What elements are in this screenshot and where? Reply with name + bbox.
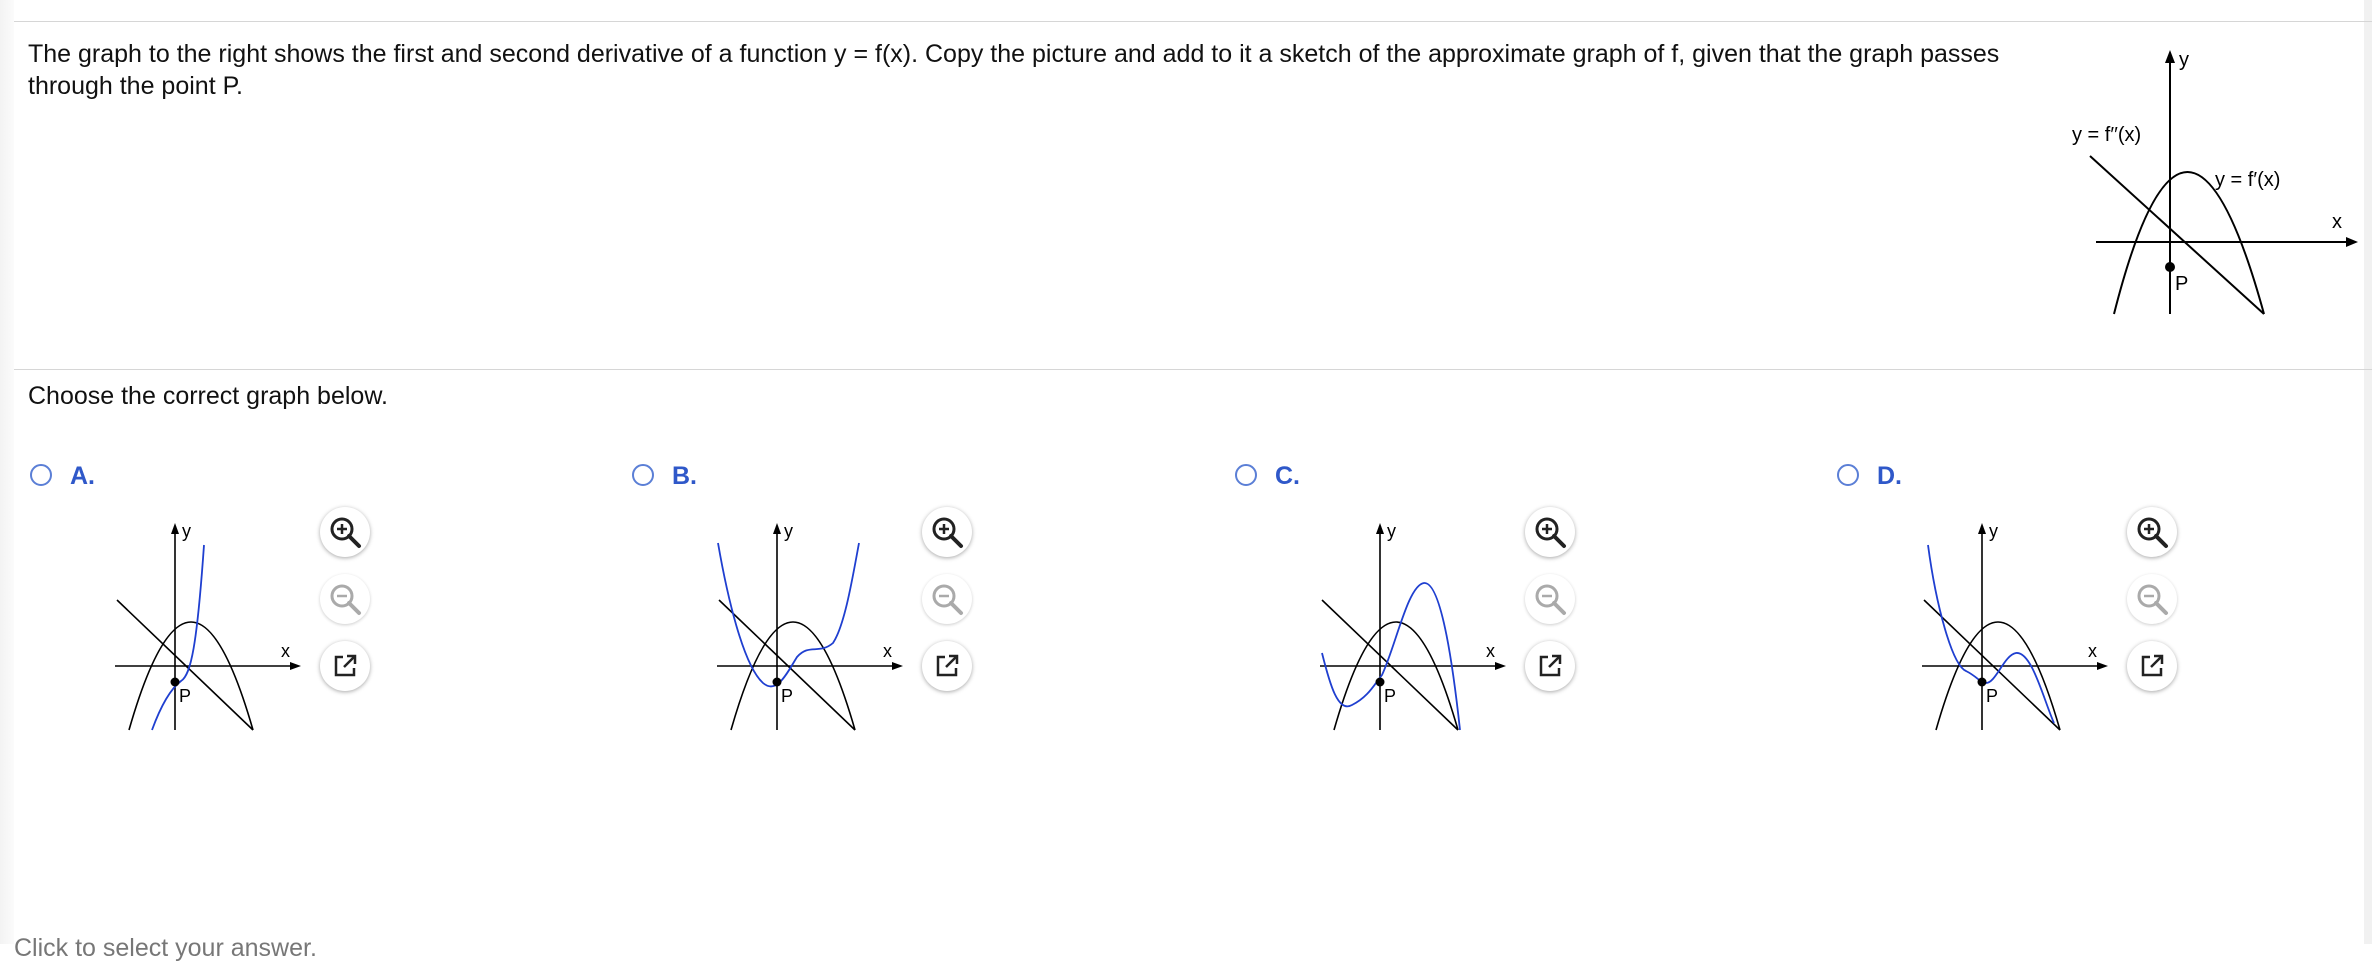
choice-d-point-label: P — [1986, 686, 1998, 706]
choice-b[interactable]: B. y x P — [632, 460, 1192, 760]
choice-a-label[interactable]: A. — [70, 462, 95, 491]
left-gutter — [0, 0, 14, 944]
point-p-label: P — [2175, 273, 2188, 295]
first-derivative-label: y = f′(x) — [2215, 169, 2280, 191]
choice-c-y-label: y — [1387, 521, 1396, 541]
popout-icon — [334, 654, 357, 677]
choice-d-y-label: y — [1989, 521, 1998, 541]
choice-c-zoom-out-button[interactable] — [1525, 574, 1575, 624]
zoom-out-icon — [330, 584, 361, 615]
choice-a-second-derivative — [116, 599, 254, 731]
choice-b-graph[interactable]: y x P — [687, 505, 907, 735]
zoom-in-icon — [932, 517, 963, 548]
choice-a-y-label: y — [182, 521, 191, 541]
popout-icon — [936, 654, 959, 677]
hero-y-label: y — [2179, 49, 2189, 71]
choice-b-answer-curve — [717, 542, 860, 688]
choice-d-first-derivative — [1935, 621, 2061, 731]
choice-b-point-label: P — [781, 686, 793, 706]
choice-d-label[interactable]: D. — [1877, 462, 1902, 491]
choice-a-first-derivative — [128, 621, 254, 731]
choice-d-y-arrow — [1978, 523, 1986, 534]
choice-a-zoom-out-button[interactable] — [320, 574, 370, 624]
top-divider — [14, 21, 2372, 22]
choice-b-x-arrow — [892, 662, 903, 670]
choice-a-x-arrow — [290, 662, 301, 670]
choice-c-label[interactable]: C. — [1275, 462, 1300, 491]
choice-a-graph[interactable]: y x P — [85, 505, 305, 735]
hero-x-label: x — [2332, 211, 2342, 233]
choice-b-popout-button[interactable] — [922, 641, 972, 691]
footer-hint: Click to select your answer. — [14, 934, 317, 962]
choice-c-x-arrow — [1495, 662, 1506, 670]
choice-c-x-label: x — [1486, 641, 1495, 661]
choice-d-zoom-in-button[interactable] — [2127, 507, 2177, 557]
choice-b-second-derivative — [718, 599, 856, 731]
choice-a-x-label: x — [281, 641, 290, 661]
choice-b-zoom-in-button[interactable] — [922, 507, 972, 557]
hero-x-arrow — [2346, 237, 2358, 247]
point-p — [2165, 262, 2175, 272]
choice-a-popout-button[interactable] — [320, 641, 370, 691]
choice-b-radio[interactable] — [632, 464, 654, 486]
zoom-in-icon — [330, 517, 361, 548]
choice-b-y-label: y — [784, 521, 793, 541]
choice-a-y-arrow — [171, 523, 179, 534]
choice-d-x-label: x — [2088, 641, 2097, 661]
choice-d[interactable]: D. y x P — [1837, 460, 2372, 760]
zoom-in-icon — [1535, 517, 1566, 548]
choice-c-answer-curve — [1321, 582, 1461, 731]
choice-a-zoom-in-button[interactable] — [320, 507, 370, 557]
choice-a-answer-curve — [151, 544, 205, 731]
choice-a[interactable]: A. y x P — [30, 460, 590, 760]
popout-icon — [2141, 654, 2164, 677]
choice-c-y-arrow — [1376, 523, 1384, 534]
second-derivative-label: y = f′′(x) — [2072, 124, 2141, 146]
zoom-in-icon — [2137, 517, 2168, 548]
choice-b-x-label: x — [883, 641, 892, 661]
instruction-text: Choose the correct graph below. — [28, 382, 388, 410]
choice-c-graph[interactable]: y x P — [1290, 505, 1510, 735]
choice-c-point-label: P — [1384, 686, 1396, 706]
choice-c-radio[interactable] — [1235, 464, 1257, 486]
choice-c-popout-button[interactable] — [1525, 641, 1575, 691]
choice-d-second-derivative — [1923, 599, 2061, 731]
choice-c-second-derivative — [1321, 599, 1459, 731]
choice-d-popout-button[interactable] — [2127, 641, 2177, 691]
choice-a-point-label: P — [179, 686, 191, 706]
zoom-out-icon — [932, 584, 963, 615]
zoom-out-icon — [1535, 584, 1566, 615]
choice-c[interactable]: C. y x P — [1235, 460, 1795, 760]
choice-d-radio[interactable] — [1837, 464, 1859, 486]
choice-d-x-arrow — [2097, 662, 2108, 670]
middle-divider — [14, 369, 2372, 370]
zoom-out-icon — [2137, 584, 2168, 615]
question-text: The graph to the right shows the first a… — [28, 40, 2000, 100]
choice-b-label[interactable]: B. — [672, 462, 697, 491]
choice-a-radio[interactable] — [30, 464, 52, 486]
choice-d-zoom-out-button[interactable] — [2127, 574, 2177, 624]
choice-b-zoom-out-button[interactable] — [922, 574, 972, 624]
choice-c-zoom-in-button[interactable] — [1525, 507, 1575, 557]
hero-y-arrow — [2165, 50, 2175, 63]
choice-d-graph[interactable]: y x P — [1892, 505, 2112, 735]
hero-graph: y x y = f′′(x) y = f′(x) P — [2072, 49, 2358, 315]
popout-icon — [1539, 654, 1562, 677]
choice-b-y-arrow — [773, 523, 781, 534]
